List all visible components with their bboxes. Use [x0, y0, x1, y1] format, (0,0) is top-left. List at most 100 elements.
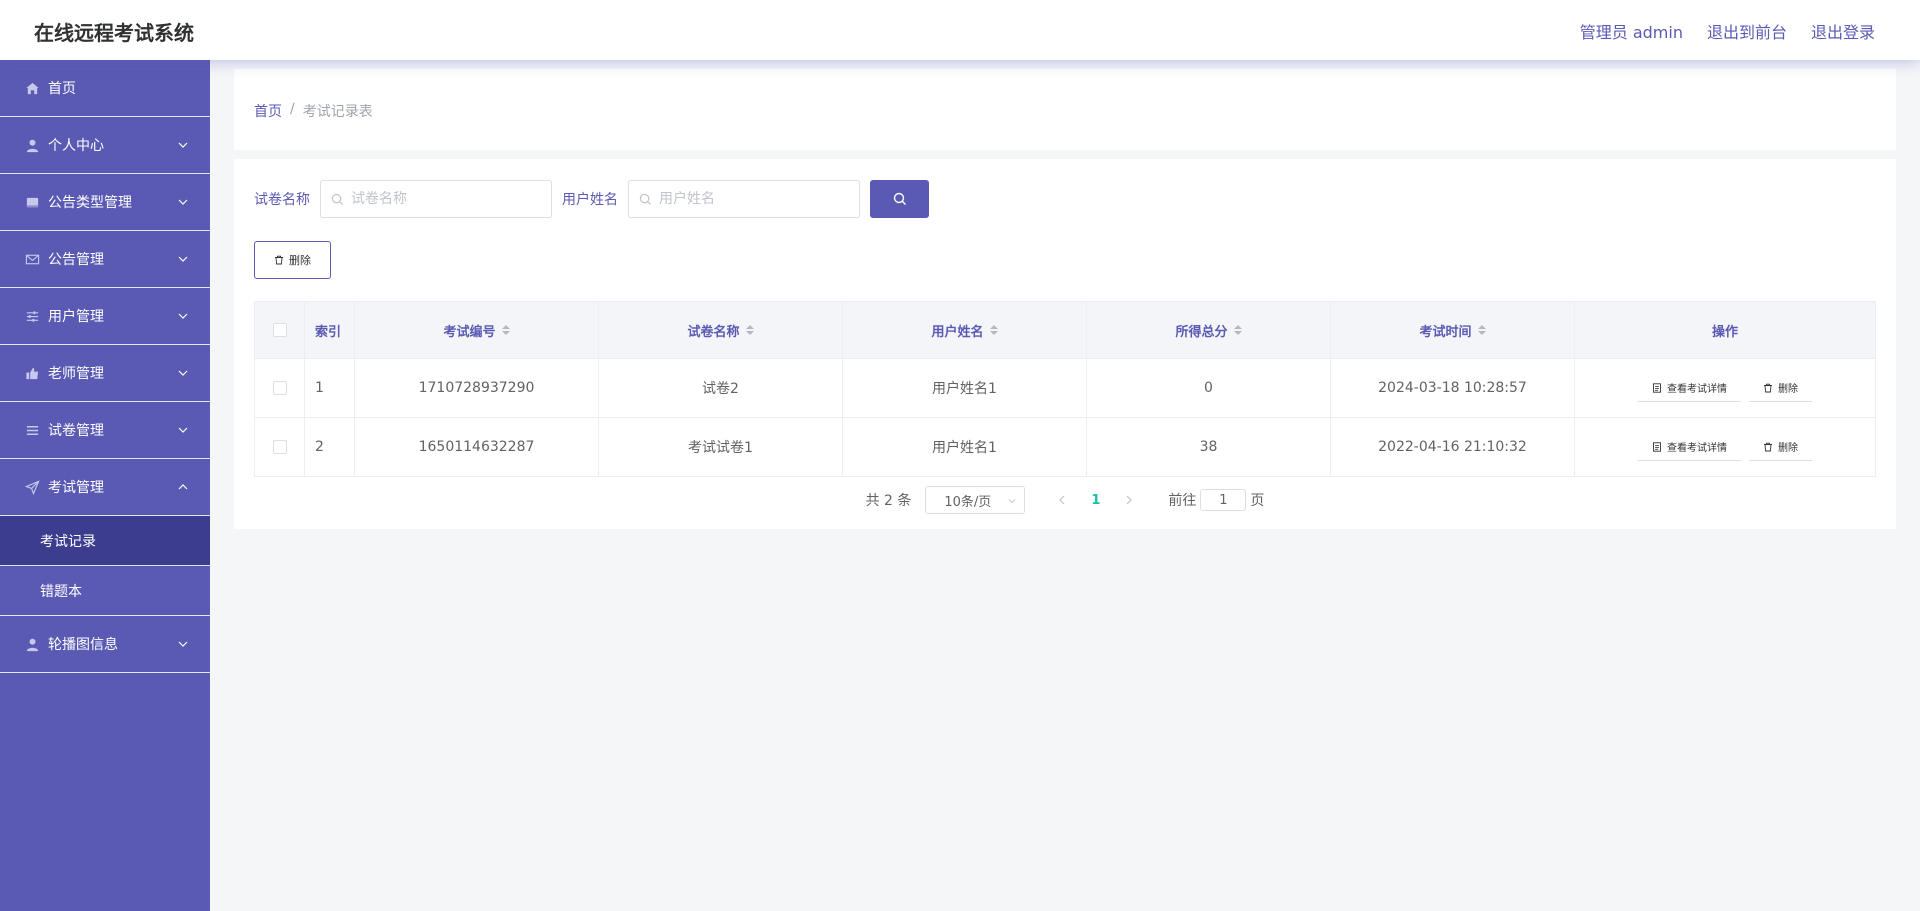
row-checkbox[interactable]	[272, 381, 287, 395]
cell-exam-no: 1710728937290	[355, 359, 599, 417]
goto-page-input[interactable]	[1200, 489, 1247, 511]
header-checkbox-cell	[255, 302, 305, 358]
cell-index: 2	[305, 418, 355, 476]
chevron-down-icon	[178, 199, 188, 205]
select-all-checkbox[interactable]	[272, 323, 287, 337]
exit-to-front-link[interactable]: 退出到前台	[1707, 19, 1787, 43]
row-checkbox[interactable]	[272, 440, 287, 454]
sidebar-item-exams[interactable]: 考试管理	[0, 459, 210, 516]
table-header-row: 索引 考试编号 试卷名称 用户姓名 所得总分 考试时间 操作	[255, 302, 1875, 358]
sort-icon[interactable]	[989, 325, 998, 335]
sort-icon[interactable]	[1233, 325, 1242, 335]
admin-user-link[interactable]: 管理员 admin	[1580, 19, 1683, 43]
header-score[interactable]: 所得总分	[1087, 302, 1331, 358]
view-details-button[interactable]: 查看考试详情	[1638, 433, 1741, 461]
table-row: 2 1650114632287 考试试卷1 用户姓名1 38 2022-04-1…	[255, 417, 1875, 476]
sidebar-item-papers[interactable]: 试卷管理	[0, 402, 210, 459]
sidebar-item-label: 轮播图信息	[48, 637, 118, 653]
header-label: 用户姓名	[931, 324, 984, 340]
row-checkbox-cell	[255, 359, 305, 417]
trash-icon	[1764, 383, 1772, 392]
chevron-down-icon	[178, 142, 188, 148]
row-delete-button[interactable]: 删除	[1749, 433, 1812, 461]
mail-icon	[24, 251, 40, 267]
sliders-icon	[24, 308, 40, 324]
chevron-down-icon	[178, 370, 188, 376]
cell-user-name: 用户姓名1	[843, 418, 1087, 476]
view-details-label: 查看考试详情	[1667, 384, 1727, 395]
chevron-down-icon	[178, 641, 188, 647]
paper-name-input[interactable]	[351, 191, 531, 207]
sidebar-item-label: 个人中心	[48, 138, 104, 154]
breadcrumb-separator: /	[290, 101, 295, 117]
sort-icon[interactable]	[501, 325, 510, 335]
header-exam-no[interactable]: 考试编号	[355, 302, 599, 358]
cell-index: 1	[305, 359, 355, 417]
row-delete-label: 删除	[1778, 443, 1798, 454]
sort-icon[interactable]	[745, 325, 754, 335]
sidebar-item-label: 首页	[48, 81, 76, 97]
page-number-current[interactable]: 1	[1091, 493, 1100, 508]
header-user-name[interactable]: 用户姓名	[843, 302, 1087, 358]
row-delete-button[interactable]: 删除	[1749, 374, 1812, 402]
sidebar-item-label: 公告管理	[48, 252, 104, 268]
user-name-label: 用户姓名	[562, 192, 618, 208]
header-actions: 操作	[1711, 324, 1738, 340]
view-details-label: 查看考试详情	[1667, 443, 1727, 454]
user-name-field[interactable]	[628, 180, 860, 218]
goto-prefix: 前往	[1168, 493, 1197, 509]
header-label: 考试编号	[443, 324, 496, 340]
paper-name-label: 试卷名称	[254, 192, 310, 208]
sidebar-item-notice-type[interactable]: 公告类型管理	[0, 174, 210, 231]
logout-link[interactable]: 退出登录	[1811, 19, 1875, 43]
search-icon	[639, 193, 652, 205]
header-exam-time[interactable]: 考试时间	[1331, 302, 1575, 358]
cell-paper-name: 考试试卷1	[599, 418, 843, 476]
table-row: 1 1710728937290 试卷2 用户姓名1 0 2024-03-18 1…	[255, 358, 1875, 417]
sidebar-item-carousel[interactable]: 轮播图信息	[0, 616, 210, 673]
submenu-item-wrong-questions[interactable]: 错题本	[0, 566, 210, 616]
chevron-up-icon	[178, 484, 188, 490]
header-actions: 管理员 admin 退出到前台 退出登录	[1580, 19, 1875, 43]
user-name-input[interactable]	[659, 191, 839, 207]
breadcrumb: 首页 / 考试记录表	[254, 101, 373, 121]
sidebar-item-label: 老师管理	[48, 366, 104, 382]
document-icon	[1653, 441, 1661, 452]
sidebar-item-home[interactable]: 首页	[0, 60, 210, 117]
goto-suffix: 页	[1250, 493, 1265, 509]
search-bar: 试卷名称 用户姓名	[254, 180, 929, 218]
sidebar-item-notice[interactable]: 公告管理	[0, 231, 210, 288]
sidebar: 首页 个人中心 公告类型管理 公告管理 用户管理 老师管理 试卷管理 考试管理 …	[0, 60, 210, 911]
view-details-button[interactable]: 查看考试详情	[1638, 374, 1741, 402]
trash-icon	[1764, 442, 1772, 451]
breadcrumb-current: 考试记录表	[302, 104, 373, 120]
breadcrumb-home[interactable]: 首页	[254, 101, 282, 121]
user-icon	[24, 137, 40, 153]
prev-page-icon[interactable]	[1057, 495, 1067, 505]
sort-icon[interactable]	[1477, 325, 1486, 335]
header-index: 索引	[305, 302, 355, 358]
cell-score: 0	[1087, 359, 1331, 417]
search-icon	[331, 193, 344, 205]
document-icon	[1653, 382, 1661, 393]
header-label: 试卷名称	[687, 324, 740, 340]
table-body: 1 1710728937290 试卷2 用户姓名1 0 2024-03-18 1…	[255, 358, 1875, 476]
pagination: 共 2 条 10条/页 1 前往 页	[234, 486, 1896, 514]
header-paper-name[interactable]: 试卷名称	[599, 302, 843, 358]
search-button[interactable]	[870, 180, 929, 218]
chevron-down-icon	[178, 427, 188, 433]
sidebar-item-personal-center[interactable]: 个人中心	[0, 117, 210, 174]
submenu-item-exam-records[interactable]: 考试记录	[0, 516, 210, 566]
page-jumper: 前往 页	[1168, 489, 1264, 511]
sidebar-item-teachers[interactable]: 老师管理	[0, 345, 210, 402]
batch-delete-label: 删除	[289, 254, 311, 267]
header-label: 所得总分	[1175, 324, 1228, 340]
next-page-icon[interactable]	[1124, 495, 1134, 505]
page-size-select[interactable]: 10条/页	[925, 486, 1026, 514]
paper-name-field[interactable]	[320, 180, 552, 218]
search-icon	[893, 192, 906, 205]
chevron-down-icon	[1008, 499, 1016, 504]
sidebar-item-users[interactable]: 用户管理	[0, 288, 210, 345]
folder-icon	[24, 194, 40, 210]
batch-delete-button[interactable]: 删除	[254, 241, 331, 279]
